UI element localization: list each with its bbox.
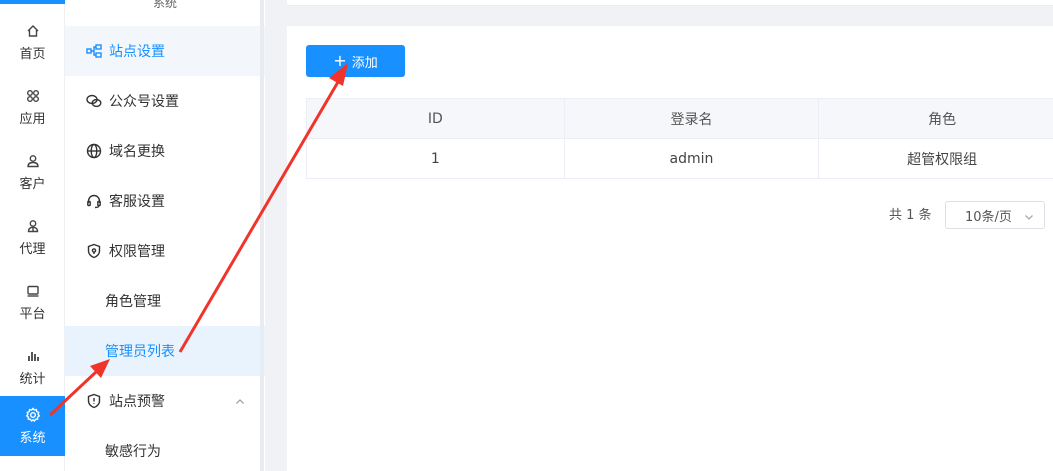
- admin-list-panel: + 添加 ID 登录名 角色 1 admin 超管权限组 共 1 条 10条/页: [287, 26, 1053, 471]
- nav-apps[interactable]: 应用: [0, 75, 65, 140]
- user-icon: [25, 153, 41, 169]
- nav-home-label: 首页: [19, 47, 46, 62]
- nav-platform[interactable]: 平台: [0, 270, 65, 335]
- sidebar-item-label: 站点预警: [109, 394, 165, 410]
- chevron-down-icon: [1024, 211, 1034, 226]
- add-button-label: 添加: [351, 55, 378, 71]
- gear-icon: [25, 406, 41, 423]
- wechat-icon: [85, 92, 103, 110]
- nav-agents-label: 代理: [19, 242, 46, 257]
- nav-stats-label: 统计: [19, 372, 46, 387]
- sidebar-item-label: 敏感行为: [105, 444, 161, 460]
- app-window: 首页 应用 客户 代理 平台 统计 系统 系统 站点设置 公众号设置 域名更换 …: [0, 0, 1053, 471]
- platform-icon: [25, 283, 41, 299]
- sidebar-item-permissions[interactable]: 权限管理: [65, 226, 265, 276]
- sidebar-item-site-alerts[interactable]: 站点预警: [65, 376, 265, 426]
- sidebar-item-label: 管理员列表: [105, 344, 175, 360]
- sidebar-item-label: 域名更换: [109, 144, 165, 160]
- table-row[interactable]: 1 admin 超管权限组: [306, 138, 1053, 179]
- nav-apps-label: 应用: [19, 112, 46, 127]
- sidebar-item-label: 站点设置: [109, 44, 165, 60]
- nav-platform-label: 平台: [19, 307, 46, 322]
- sidebar-item-label: 客服设置: [109, 194, 165, 210]
- sidebar-item-service-settings[interactable]: 客服设置: [65, 176, 265, 226]
- sidebar-item-domain-change[interactable]: 域名更换: [65, 126, 265, 176]
- sidebar-scrollbar[interactable]: [260, 0, 264, 471]
- nav-stats[interactable]: 统计: [0, 335, 65, 400]
- sidebar-item-label: 权限管理: [109, 244, 165, 260]
- sidebar-item-role-management[interactable]: 角色管理: [65, 276, 265, 326]
- plus-icon: +: [333, 51, 347, 70]
- nav-system-label: 系统: [19, 430, 46, 446]
- home-icon: [25, 23, 41, 39]
- cell-id: 1: [306, 138, 565, 179]
- page-size-value: 10条/页: [965, 209, 1012, 225]
- shield-alert-icon: [85, 392, 103, 410]
- table-header-row: ID 登录名 角色: [306, 98, 1053, 139]
- pager-total: 共 1 条: [889, 208, 932, 223]
- content-gutter: [265, 0, 287, 471]
- nav-customers[interactable]: 客户: [0, 140, 65, 205]
- agent-icon: [25, 218, 41, 234]
- nav-customers-label: 客户: [19, 177, 46, 192]
- page-size-select[interactable]: 10条/页: [945, 201, 1045, 229]
- main-nav-rail: 首页 应用 客户 代理 平台 统计 系统: [0, 0, 65, 471]
- sidebar-item-label: 公众号设置: [109, 94, 179, 110]
- rail-top-accent: [0, 0, 65, 4]
- sidebar-item-admin-list[interactable]: 管理员列表: [65, 326, 265, 376]
- chevron-up-icon: [235, 395, 245, 405]
- column-header-id: ID: [306, 98, 565, 139]
- admin-table: ID 登录名 角色 1 admin 超管权限组: [306, 98, 1053, 179]
- sitemap-icon: [85, 42, 103, 60]
- apps-icon: [25, 88, 41, 104]
- nav-home[interactable]: 首页: [0, 10, 65, 75]
- shield-icon: [85, 242, 103, 260]
- cell-login: admin: [563, 138, 820, 179]
- globe-icon: [85, 142, 103, 160]
- sidebar-item-wechat-settings[interactable]: 公众号设置: [65, 76, 265, 126]
- column-header-role: 角色: [818, 98, 1053, 139]
- nav-agents[interactable]: 代理: [0, 205, 65, 270]
- cell-role: 超管权限组: [818, 138, 1053, 179]
- sidebar-item-label: 角色管理: [105, 294, 161, 310]
- nav-system[interactable]: 系统: [0, 396, 65, 456]
- system-sidebar: 系统 站点设置 公众号设置 域名更换 客服设置 权限管理 角色管理 管理员列表 …: [65, 0, 265, 471]
- top-header-strip: [287, 0, 1053, 6]
- headset-icon: [85, 192, 103, 210]
- sidebar-title: 系统: [65, 0, 265, 14]
- column-header-login: 登录名: [563, 98, 820, 139]
- sidebar-item-sensitive-actions[interactable]: 敏感行为: [65, 426, 265, 471]
- sidebar-item-site-settings[interactable]: 站点设置: [65, 26, 265, 76]
- add-button[interactable]: + 添加: [306, 45, 405, 77]
- chart-icon: [25, 348, 41, 364]
